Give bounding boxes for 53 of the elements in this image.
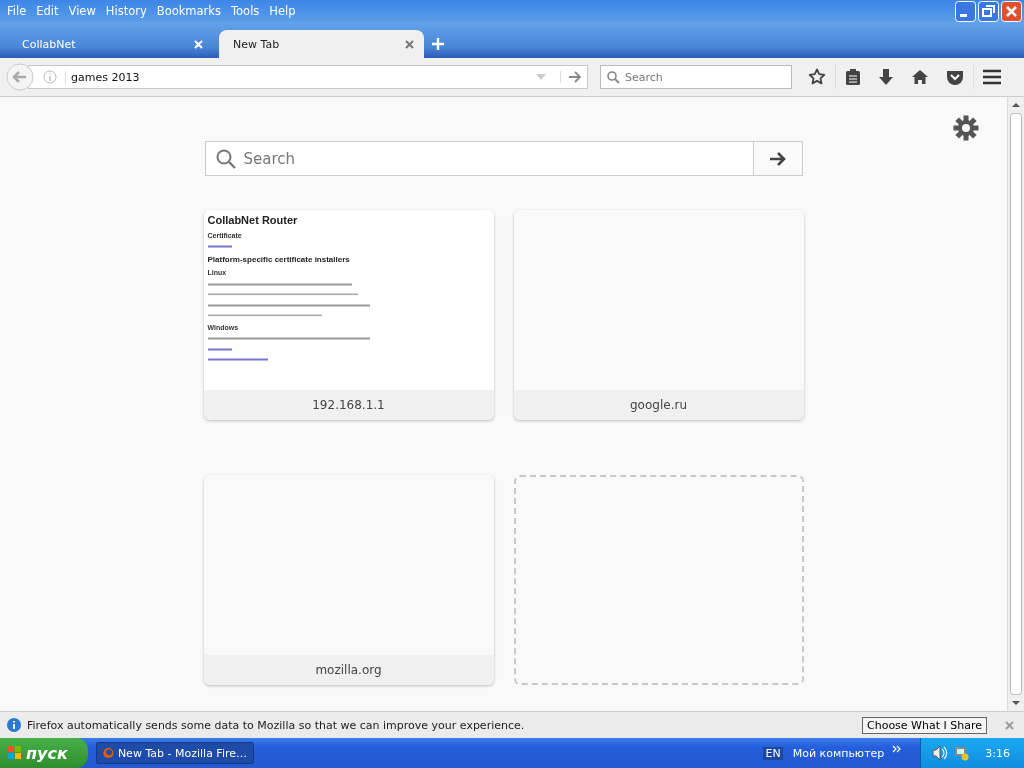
close-icon[interactable]	[1005, 720, 1014, 730]
firefox-logo-icon	[103, 745, 114, 761]
taskbar-toolbar[interactable]: Мой компьютер	[792, 746, 885, 760]
search-go-button[interactable]	[753, 141, 803, 176]
search-field[interactable]: Search	[600, 65, 792, 89]
new-tab-icon[interactable]	[432, 38, 444, 50]
preview-heading: Platform-specific certificate installers	[207, 254, 351, 264]
search-field[interactable]: Search	[204, 141, 754, 176]
arrow-right-icon	[769, 151, 786, 166]
chevron-icon[interactable]	[892, 745, 903, 753]
pocket-icon[interactable]	[946, 69, 964, 85]
clock: 3:16	[985, 746, 1010, 760]
restore-button[interactable]	[978, 0, 999, 22]
menu-icon[interactable]	[983, 69, 1001, 85]
menu-item[interactable]: History	[100, 4, 152, 18]
network-icon[interactable]	[953, 745, 970, 761]
choose-button[interactable]: Choose What I Share	[862, 716, 987, 734]
start-button[interactable]: пуск	[0, 738, 88, 768]
menu-item[interactable]: File	[2, 4, 32, 18]
preview-heading: CollabNet Router	[207, 214, 299, 226]
star-icon[interactable]	[808, 68, 826, 86]
blurred-text-line	[207, 357, 268, 362]
tab[interactable]: CollabNet	[8, 30, 213, 58]
address-bar[interactable]: games 2013	[28, 65, 588, 89]
close-icon[interactable]	[405, 39, 414, 49]
info-icon	[7, 718, 21, 732]
go-arrow-icon[interactable]	[560, 71, 581, 83]
menu-item[interactable]: Tools	[226, 4, 265, 18]
scrollbar[interactable]	[1007, 97, 1024, 711]
settings-icon[interactable]	[953, 115, 979, 141]
search-icon	[215, 148, 236, 169]
tab[interactable]: New Tab	[219, 30, 424, 58]
menu-item[interactable]: Bookmarks	[151, 4, 226, 18]
back-button[interactable]	[6, 63, 34, 91]
download-icon[interactable]	[878, 68, 894, 86]
home-icon[interactable]	[911, 69, 929, 85]
blurred-text-line	[207, 346, 232, 352]
tile-title[interactable]: 192.168.1.1	[203, 390, 494, 420]
clipboard-icon[interactable]	[845, 68, 861, 86]
tile-title[interactable]: google.ru	[513, 390, 804, 420]
speaker-icon[interactable]	[931, 745, 950, 761]
close-button[interactable]	[1001, 0, 1022, 22]
notification-message: Firefox automatically sends some data to Mozilla so that we can improve your experience.	[27, 718, 525, 732]
language-indicator[interactable]: EN	[763, 746, 783, 760]
menu-item[interactable]: Edit	[31, 4, 64, 18]
minimize-button[interactable]	[955, 0, 976, 22]
taskbar-button[interactable]: New Tab - Mozilla Fire…	[96, 742, 254, 764]
menu-item[interactable]: View	[63, 4, 101, 18]
tile-title[interactable]: mozilla.org	[203, 655, 494, 685]
menu-item[interactable]: Help	[264, 4, 301, 18]
blurred-text-line	[207, 244, 232, 249]
search-icon	[607, 70, 620, 84]
windows-logo-icon	[8, 746, 22, 760]
